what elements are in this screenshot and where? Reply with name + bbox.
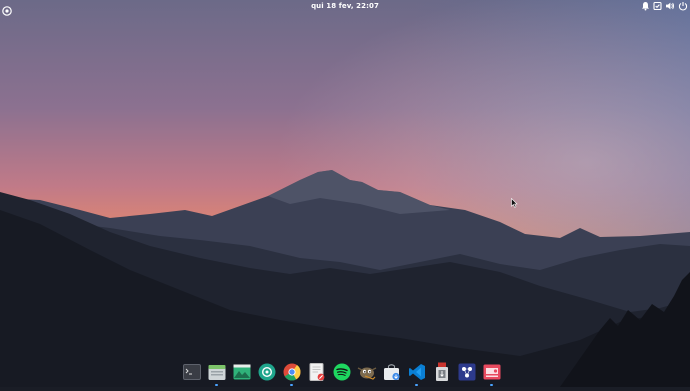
usb-creator-icon xyxy=(435,362,448,381)
spotify-icon xyxy=(333,363,350,381)
dock-chrome[interactable] xyxy=(279,358,304,386)
checkbox-icon[interactable] xyxy=(653,1,662,11)
screenshot-icon xyxy=(258,363,275,381)
dock-files[interactable] xyxy=(204,358,229,386)
dock-usb-creator[interactable] xyxy=(429,358,454,386)
software-store-icon xyxy=(383,364,400,381)
gimp-icon xyxy=(357,367,376,380)
text-editor-icon xyxy=(309,363,324,381)
desktop-wallpaper xyxy=(0,0,690,387)
dock-vscode[interactable] xyxy=(404,358,429,386)
mouse-cursor-icon xyxy=(511,193,518,212)
clock[interactable]: qui 18 fev, 22:07 xyxy=(311,2,379,10)
top-panel: qui 18 fev, 22:07 xyxy=(0,0,690,12)
image-viewer-icon xyxy=(233,364,250,380)
remote-desktop-icon xyxy=(458,363,475,381)
files-icon xyxy=(208,364,225,380)
notification-bell-icon[interactable] xyxy=(641,1,650,11)
dock-software-store[interactable] xyxy=(379,358,404,386)
screen-recorder-icon xyxy=(483,364,500,380)
volume-icon[interactable] xyxy=(665,1,675,11)
power-icon[interactable] xyxy=(678,1,688,11)
terminal-icon xyxy=(182,364,201,380)
mountain-sunset-wallpaper xyxy=(0,0,690,387)
chrome-icon xyxy=(283,363,301,381)
dock-spotify[interactable] xyxy=(329,358,354,386)
dock-remote-desktop[interactable] xyxy=(454,358,479,386)
dock-screenshot[interactable] xyxy=(254,358,279,386)
dock-screen-recorder[interactable] xyxy=(479,358,504,386)
dock xyxy=(179,358,510,386)
dock-image-viewer[interactable] xyxy=(229,358,254,386)
dock-terminal[interactable] xyxy=(179,358,204,386)
apps-menu-icon[interactable] xyxy=(2,1,12,16)
vscode-icon xyxy=(408,364,425,380)
dock-text-editor[interactable] xyxy=(304,358,329,386)
dock-gimp[interactable] xyxy=(354,358,379,386)
